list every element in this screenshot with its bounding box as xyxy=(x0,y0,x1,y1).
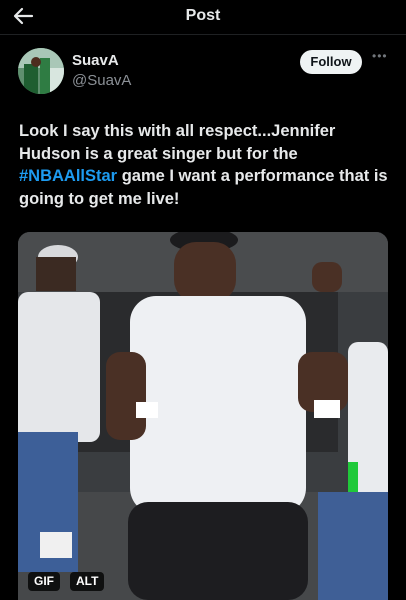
avatar[interactable] xyxy=(18,48,64,94)
more-horizontal-icon[interactable]: ••• xyxy=(372,50,388,68)
hashtag-link[interactable]: #NBAAllStar xyxy=(19,167,117,185)
author-handle[interactable]: @SuavA xyxy=(72,72,131,89)
page-title: Post xyxy=(185,7,221,24)
post-text-part: Look I say this with all respect...Jenni… xyxy=(19,122,336,163)
gif-frame xyxy=(18,232,388,600)
alt-text-button[interactable]: ALT xyxy=(70,572,105,591)
post-gif-media[interactable] xyxy=(18,232,388,600)
author-display-name[interactable]: SuavA xyxy=(72,52,119,69)
follow-button[interactable]: Follow xyxy=(300,50,362,74)
post-text: Look I say this with all respect...Jenni… xyxy=(19,120,391,210)
gif-badge: GIF xyxy=(28,572,60,591)
top-bar: Post xyxy=(0,0,406,35)
